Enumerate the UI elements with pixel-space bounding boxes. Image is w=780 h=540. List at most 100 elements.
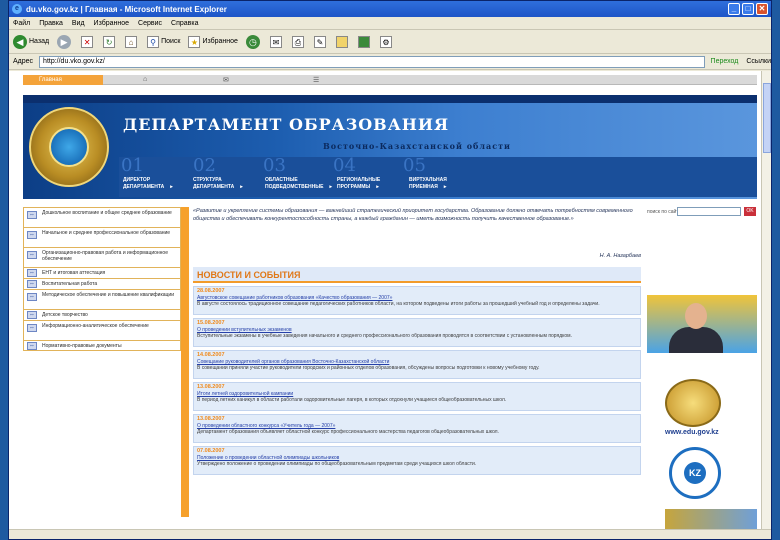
nav-structure[interactable]: СТРУКТУРА ДЕПАРТАМЕНТА ▸ bbox=[193, 177, 243, 191]
menu-help[interactable]: Справка bbox=[171, 20, 198, 27]
mail-icon: ✉ bbox=[269, 35, 282, 48]
news-body: Департамент образования объявляет област… bbox=[197, 429, 499, 435]
banner-number: 04 bbox=[333, 155, 356, 176]
left-menu-item[interactable]: ⇔ Информационно-аналитическое обеспечение bbox=[23, 320, 181, 340]
address-input[interactable]: http://du.vko.gov.kz/ bbox=[39, 55, 705, 68]
minimize-button[interactable]: _ bbox=[728, 3, 740, 15]
president-portrait bbox=[647, 295, 757, 353]
search-button[interactable]: ⚲ Поиск bbox=[147, 35, 181, 48]
banner-region: Восточно-Казахстанской области bbox=[323, 141, 511, 151]
nav-reception[interactable]: ВИРТУАЛЬНАЯ ПРИЕМНАЯ ▸ bbox=[409, 177, 447, 191]
nav-programs[interactable]: РЕГИОНАЛЬНЫЕ ПРОГРАММЫ ▸ bbox=[337, 177, 380, 191]
maximize-button[interactable]: □ bbox=[742, 3, 754, 15]
home-nav-icon[interactable]: ⌂ bbox=[143, 76, 147, 83]
nav-director[interactable]: ДИРЕКТОР ДЕПАРТАМЕНТА ▸ bbox=[123, 177, 173, 191]
left-menu-item[interactable]: ⇔ Нормативно-правовые документы bbox=[23, 340, 181, 351]
president-quote: «Развитие и укрепление системы образован… bbox=[193, 208, 633, 222]
browser-window: e du.vko.gov.kz | Главная - Microsoft In… bbox=[8, 0, 772, 540]
news-item: 13.08.2007 Итоги летней оздоровительной … bbox=[193, 382, 641, 411]
link-arrows-icon: ⇔ bbox=[27, 211, 37, 219]
mail-button[interactable]: ✉ bbox=[269, 35, 284, 48]
tool-icon: ⚙ bbox=[379, 35, 392, 48]
link-arrows-icon: ⇔ bbox=[27, 293, 37, 301]
nav-subordinate[interactable]: ОБЛАСТНЫЕ ПОДВЕДОМСТВЕННЫЕ ▸ bbox=[265, 177, 332, 191]
back-arrow-icon: ◀ bbox=[13, 34, 27, 49]
go-button[interactable]: Переход bbox=[711, 58, 739, 65]
left-menu-item[interactable]: ⇔ Методическое обеспечение и повышение кв… bbox=[23, 289, 181, 309]
news-date: 13.08.2007 bbox=[197, 384, 225, 390]
stop-icon: ✕ bbox=[81, 35, 94, 48]
search-label: Поиск bbox=[161, 38, 181, 45]
print-button[interactable]: ⎙ bbox=[291, 35, 306, 48]
forward-arrow-icon: ▶ bbox=[57, 34, 72, 49]
toolbar: ◀ Назад ▶ ✕ ↻ ⌂ ⚲ Поиск ★ Избранное ◷ ✉ bbox=[9, 30, 771, 54]
edit-button[interactable]: ✎ bbox=[313, 35, 328, 48]
news-date: 28.08.2007 bbox=[197, 288, 225, 294]
news-date: 13.08.2007 bbox=[197, 416, 225, 422]
left-menu-item[interactable]: ⇔ Дошкольное воспитание и общее среднее о… bbox=[23, 207, 181, 227]
menu-favorites[interactable]: Избранное bbox=[94, 20, 129, 27]
left-menu-item[interactable]: ⇔ Начальное и среднее профессиональное об… bbox=[23, 227, 181, 247]
main-content: «Развитие и укрепление системы образован… bbox=[193, 207, 641, 475]
forward-button[interactable]: ▶ bbox=[57, 34, 73, 49]
links-label[interactable]: Ссылки bbox=[746, 58, 771, 65]
kz-logo-icon[interactable]: KZ bbox=[669, 447, 721, 499]
link-arrows-icon: ⇔ bbox=[27, 251, 37, 259]
news-body: В период летних каникул в области работа… bbox=[197, 397, 507, 403]
folder-button[interactable] bbox=[335, 35, 350, 48]
title-bar: e du.vko.gov.kz | Главная - Microsoft In… bbox=[9, 1, 771, 17]
stop-button[interactable]: ✕ bbox=[81, 35, 95, 48]
state-emblem-icon bbox=[29, 107, 109, 187]
news-item: 14.08.2007 Совещание руководителей орган… bbox=[193, 350, 641, 379]
edu-gov-link[interactable]: www.edu.gov.kz bbox=[665, 429, 719, 436]
orange-divider bbox=[181, 207, 189, 517]
left-menu-item[interactable]: ⇔ ЕНТ и итоговая аттестация bbox=[23, 267, 181, 278]
news-body: Вступительные экзамены в учебные заведен… bbox=[197, 333, 573, 339]
site-search-button[interactable]: OK bbox=[744, 207, 756, 216]
banner-number: 03 bbox=[263, 155, 286, 176]
news-item: 28.08.2007 Августовское совещание работн… bbox=[193, 286, 641, 315]
back-button[interactable]: ◀ Назад bbox=[13, 34, 49, 49]
folder-icon bbox=[335, 35, 348, 48]
site-top-nav: Главная ⌂ ✉ ☰ bbox=[23, 75, 757, 85]
refresh-button[interactable]: ↻ bbox=[103, 35, 117, 48]
menu-edit[interactable]: Правка bbox=[39, 20, 63, 27]
home-button[interactable]: ⌂ bbox=[125, 35, 139, 48]
window-title: du.vko.gov.kz | Главная - Microsoft Inte… bbox=[26, 4, 227, 14]
left-menu-item[interactable]: ⇔ Воспитательная работа bbox=[23, 278, 181, 289]
left-menu-item[interactable]: ⇔ Детское творчество bbox=[23, 309, 181, 320]
tool-button[interactable]: ⚙ bbox=[379, 35, 394, 48]
news-item: 07.08.2007 Положение о проведении област… bbox=[193, 446, 641, 475]
news-header: НОВОСТИ И СОБЫТИЯ bbox=[193, 267, 641, 283]
mail-nav-icon[interactable]: ✉ bbox=[223, 76, 229, 84]
close-button[interactable]: ✕ bbox=[756, 3, 768, 15]
sitemap-nav-icon[interactable]: ☰ bbox=[313, 76, 319, 84]
site-search-input[interactable] bbox=[677, 207, 741, 216]
edit-icon: ✎ bbox=[313, 35, 326, 48]
menu-view[interactable]: Вид bbox=[72, 20, 85, 27]
link-arrows-icon: ⇔ bbox=[27, 231, 37, 239]
status-bar bbox=[9, 529, 771, 539]
banner-logo-image[interactable] bbox=[665, 509, 757, 531]
news-date: 14.08.2007 bbox=[197, 352, 225, 358]
favorites-button[interactable]: ★ Избранное bbox=[188, 35, 238, 48]
home-tab[interactable]: Главная bbox=[23, 75, 103, 85]
home-icon: ⌂ bbox=[125, 35, 138, 48]
news-date: 15.08.2007 bbox=[197, 320, 225, 326]
site-banner: ДЕПАРТАМЕНТ ОБРАЗОВАНИЯ Восточно-Казахст… bbox=[23, 95, 757, 199]
menu-tools[interactable]: Сервис bbox=[138, 20, 162, 27]
star-icon: ★ bbox=[188, 35, 201, 48]
scrollbar-thumb[interactable] bbox=[763, 83, 771, 153]
history-button[interactable]: ◷ bbox=[245, 34, 262, 49]
link-arrows-icon: ⇔ bbox=[27, 342, 37, 350]
menu-bar: Файл Правка Вид Избранное Сервис Справка bbox=[9, 17, 771, 30]
link-arrows-icon: ⇔ bbox=[27, 324, 37, 332]
menu-file[interactable]: Файл bbox=[13, 20, 30, 27]
left-menu-item[interactable]: ⇔ Организационно-правовая работа и информ… bbox=[23, 247, 181, 267]
messenger-button[interactable] bbox=[357, 35, 372, 48]
ie-icon: e bbox=[12, 4, 22, 14]
left-menu: ⇔ Дошкольное воспитание и общее среднее о… bbox=[23, 207, 181, 351]
edu-gov-logo-icon[interactable] bbox=[665, 379, 721, 427]
vertical-scrollbar[interactable] bbox=[761, 71, 771, 531]
messenger-icon bbox=[357, 35, 370, 48]
